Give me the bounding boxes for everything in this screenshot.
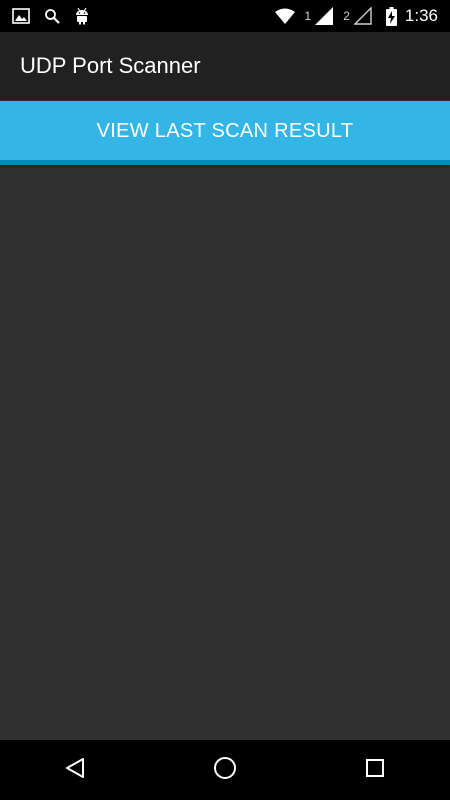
status-notifications [0, 7, 104, 25]
home-button[interactable] [195, 740, 255, 800]
battery-charging-icon [385, 6, 397, 26]
screen: 1 2 1:36 UDP Port Scanner VIEW LAST SCAN… [0, 0, 450, 800]
clock: 1:36 [404, 6, 438, 25]
recents-icon [364, 757, 386, 784]
signal-empty-icon [353, 7, 372, 25]
navigation-bar [0, 740, 450, 800]
home-icon [213, 756, 237, 785]
app-title: UDP Port Scanner [20, 53, 201, 78]
wifi-icon [274, 8, 295, 24]
recents-button[interactable] [345, 740, 405, 800]
search-icon [44, 8, 60, 24]
sim2-label: 2 [343, 9, 350, 23]
sim1-label: 1 [304, 9, 312, 23]
view-last-scan-result-button[interactable]: VIEW LAST SCAN RESULT [0, 101, 450, 165]
back-icon [63, 756, 87, 785]
android-icon [74, 7, 90, 25]
signal-full-icon [315, 7, 334, 25]
action-bar: UDP Port Scanner [0, 32, 450, 100]
status-bar: 1 2 1:36 [0, 0, 450, 32]
back-button[interactable] [45, 740, 105, 800]
image-icon [12, 8, 30, 24]
status-system: 1 2 1:36 [267, 6, 450, 26]
